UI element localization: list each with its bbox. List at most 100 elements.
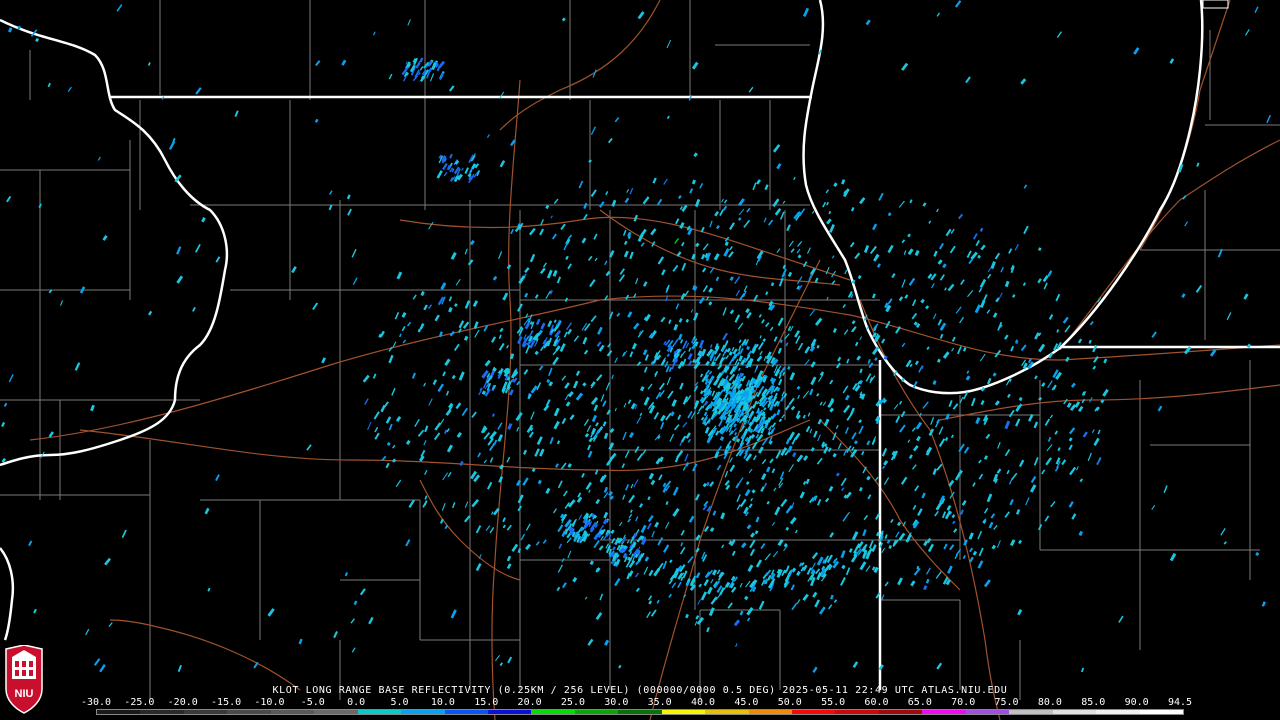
color-bar-segment [259,710,271,714]
niu-logo: NIU [4,644,44,715]
color-bar-segment [933,710,945,714]
color-bar-segment [585,710,597,714]
color-bar-segment [270,710,282,714]
color-bar-segment [748,710,760,714]
color-bar-segment [629,710,640,714]
color-bar-segment [650,710,662,714]
color-bar-segment [770,710,782,714]
color-bar-segment [574,710,586,714]
scale-label: 50.0 [777,697,802,708]
color-bar-segment [759,710,771,714]
color-bar-segment [433,710,445,714]
color-bar-segment [477,710,488,714]
color-bar-segment [1096,710,1107,714]
scale-label: 20.0 [517,697,542,708]
color-bar-segment [1074,710,1086,714]
color-bar-segment [1128,710,1140,714]
color-bar-segment [954,710,966,714]
color-bar-segment [238,710,250,714]
color-bar-segment [1172,710,1183,714]
color-bar-segment [140,710,152,714]
color-bar-segment [1150,710,1162,714]
color-bar-segment [976,710,988,714]
color-bar-segment [998,710,1010,714]
color-bar-segment [1020,710,1031,714]
color-bar-segment [346,710,358,714]
color-bar-segment [303,710,315,714]
color-bar-segment [846,710,858,714]
scale-label: 5.0 [390,697,409,708]
scale-label: 70.0 [951,697,976,708]
color-bar-segment [672,710,684,714]
color-bar-segment [183,710,195,714]
scale-label: 85.0 [1081,697,1106,708]
color-bar-segment [487,710,499,714]
scale-label: 35.0 [647,697,672,708]
color-bar-segment [542,710,554,714]
scale-label: -20.0 [167,697,198,708]
scale-label: 75.0 [994,697,1019,708]
scale-label: 90.0 [1124,697,1149,708]
color-bar-segment [422,710,434,714]
color-bar-segment [563,710,575,714]
radar-map [0,0,1280,720]
color-bar-segment [1117,710,1129,714]
scale-label: 10.0 [430,697,455,708]
color-bar-segment [802,710,814,714]
reflectivity-color-bar [96,709,1184,715]
scale-label: -25.0 [124,697,155,708]
color-bar-segment [249,710,260,714]
scale-label: 65.0 [907,697,932,708]
color-bar-segment [173,710,184,714]
color-bar-segment [107,710,119,714]
color-bar-segment [553,710,564,714]
color-bar-segment [922,710,934,714]
scale-label: -5.0 [300,697,325,708]
scale-label: 60.0 [864,697,889,708]
scale-label: 25.0 [560,697,585,708]
color-bar-segment [335,710,347,714]
color-bar-segment [987,710,999,714]
color-bar-segment [1139,710,1151,714]
radar-caption: KLOT LONG RANGE BASE REFLECTIVITY (0.25K… [272,685,1008,696]
color-bar-segment [281,710,293,714]
color-bar-segment [162,710,174,714]
color-bar-segment [1041,710,1053,714]
scale-label: 0.0 [347,697,366,708]
color-bar-segment [368,710,380,714]
scale-label: 80.0 [1037,697,1062,708]
color-bar-segment [129,710,141,714]
color-bar-segment [1085,710,1097,714]
color-bar-segment [390,710,402,714]
color-bar-segment [411,710,423,714]
color-bar-segment [835,710,847,714]
color-bar-segment [205,710,217,714]
color-bar-segment [737,710,749,714]
color-bar-segment [227,710,239,714]
color-bar-segment [868,710,879,714]
color-bar-segment [194,710,206,714]
color-bar-segment [325,710,336,714]
color-bar-segment [661,710,673,714]
color-bar-segment [683,710,695,714]
map-background [0,0,1280,720]
scale-label: 55.0 [821,697,846,708]
color-bar-segment [97,710,108,714]
color-bar-segment [965,710,977,714]
color-bar-segment [857,710,869,714]
color-bar-segment [401,710,412,714]
color-bar-segment [911,710,923,714]
color-bar-segment [1161,710,1173,714]
color-bar-segment [118,710,130,714]
scale-label: -30.0 [80,697,112,708]
color-bar-segment [813,710,825,714]
reflectivity-scale-labels: -30.0 -25.0 -20.0 -15.0 -10.0 -5.0 0.0 5.0 10.0 1… [81,697,1196,709]
niu-logo-shield: NIU [5,644,43,714]
color-bar-segment [1063,710,1075,714]
color-bar-segment [444,710,456,714]
color-bar-segment [466,710,478,714]
color-bar-segment [379,710,391,714]
scale-label: -15.0 [211,697,242,708]
scale-label: 30.0 [604,697,629,708]
color-bar-segment [715,710,727,714]
